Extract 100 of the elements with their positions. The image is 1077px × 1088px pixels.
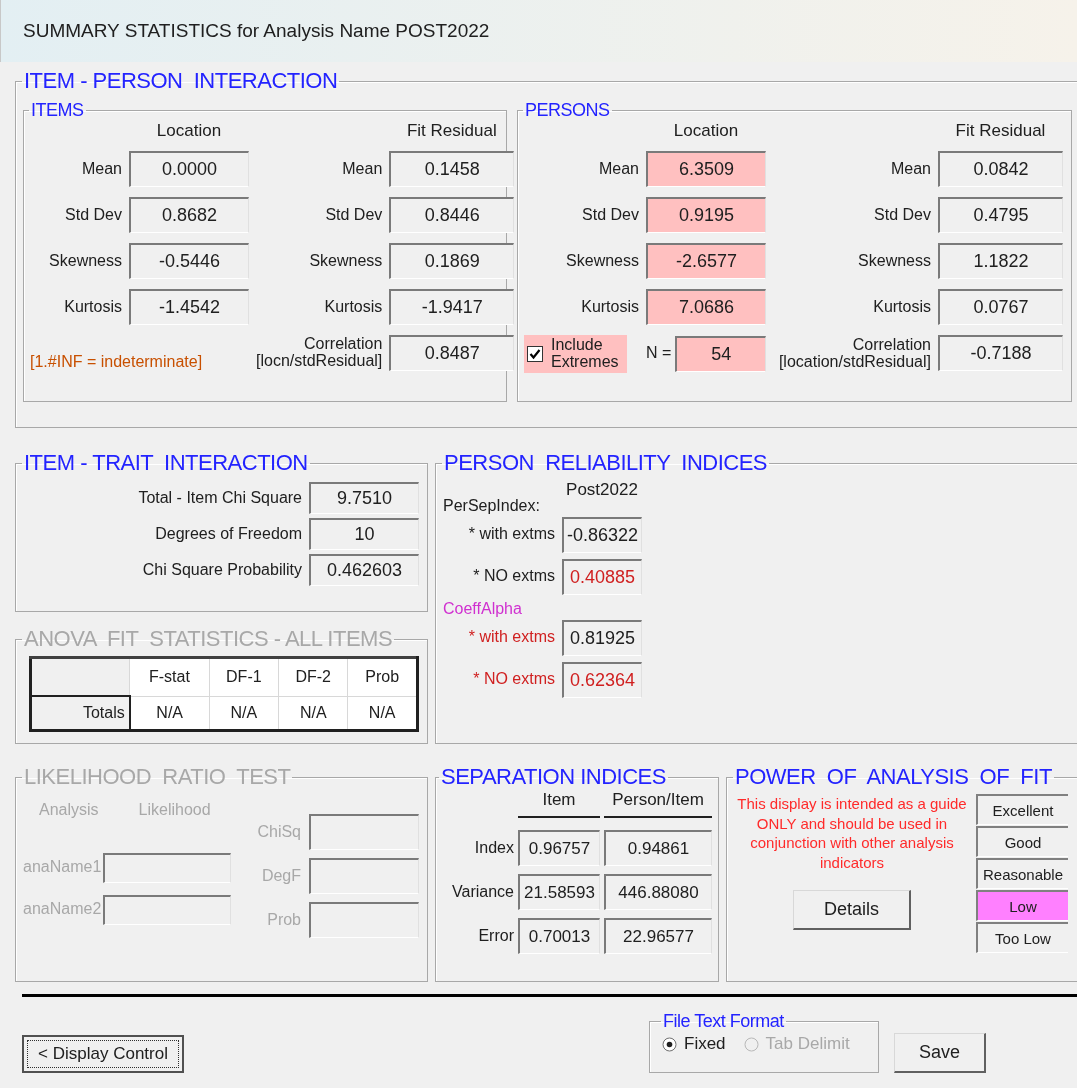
stat-label: Mean — [80, 160, 122, 178]
radio-icon — [662, 1036, 677, 1052]
row-header: Totals — [30, 696, 130, 731]
input-field[interactable] — [103, 852, 232, 883]
group-title: ANOVA FIT STATISTICS - ALL ITEMS — [23, 626, 394, 652]
column-header: Fit Residual — [954, 121, 1047, 141]
value-field: 9.7510 — [309, 482, 419, 514]
group-title: ITEM - TRAIT INTERACTION — [23, 450, 309, 476]
warning-text: This display is intended as a guide ONLY and should be used in conjunction with other analysis indicators — [736, 794, 968, 872]
value-field: 446.88080 — [604, 874, 712, 910]
value-field: 0.40885 — [562, 558, 642, 595]
stat-label: Std Dev — [324, 206, 383, 224]
value-field: 0.9195 — [646, 197, 766, 233]
value-field: 0.1869 — [389, 243, 515, 279]
stat-label: Index — [473, 839, 514, 857]
check-icon — [529, 347, 541, 360]
value-field: 10 — [309, 518, 419, 550]
input-field[interactable] — [309, 902, 419, 938]
group-title: ITEMS — [30, 100, 85, 121]
power-level: Reasonable — [976, 858, 1068, 889]
value-field: -0.86322 — [562, 516, 642, 553]
column-header: DF-1 — [209, 657, 279, 696]
stat-label: Kurtosis — [63, 298, 122, 316]
field-label: ChiSq — [257, 823, 301, 841]
value-field: 1.1822 — [938, 243, 1063, 279]
correlation-label: Correlation [locn/stdResidual] — [256, 336, 383, 370]
note-text: [1.#INF = indeterminate] — [30, 354, 204, 371]
value-field: 0.81925 — [562, 619, 642, 656]
stat-label: Variance — [451, 883, 514, 901]
stat-label: Std Dev — [873, 206, 931, 224]
stat-label: Mean — [341, 160, 383, 178]
stat-label: * NO extms — [472, 671, 555, 688]
correlation-label: Correlation [location/stdResidual] — [777, 337, 931, 371]
stat-label: * NO extms — [472, 568, 555, 586]
table-cell: N/A — [347, 696, 418, 731]
save-button[interactable]: Save — [894, 1033, 986, 1073]
value-field: -0.5446 — [129, 243, 249, 279]
value-field: 0.0767 — [938, 289, 1063, 325]
column-header: Person/Item — [604, 790, 712, 818]
field-label: anaName1 — [23, 859, 102, 877]
field-label: anaName2 — [23, 901, 102, 919]
value-field: 0.94861 — [604, 830, 712, 866]
group-heading: PerSepIndex: — [443, 498, 541, 515]
value-field: 0.96757 — [518, 830, 600, 866]
table-cell: N/A — [278, 696, 348, 731]
display-control-button[interactable]: < Display Control — [22, 1035, 184, 1073]
group-title: LIKELIHOOD RATIO TEST — [23, 764, 292, 790]
value-field: -1.4542 — [129, 289, 249, 325]
group-title: PERSON RELIABILITY INDICES — [443, 450, 769, 476]
include-extremes-checkbox[interactable]: Include Extremes — [524, 335, 627, 373]
format-radio[interactable]: Fixed — [662, 1034, 726, 1054]
value-field: 0.0000 — [129, 151, 249, 187]
table-cell: N/A — [209, 696, 279, 731]
stat-label: Skewness — [48, 252, 122, 270]
stat-label: Kurtosis — [323, 298, 383, 316]
value-field: 0.8682 — [129, 197, 249, 233]
field-label: DegF — [261, 867, 301, 885]
stat-label: Chi Square Probability — [141, 561, 302, 579]
stat-label: Mean — [597, 160, 639, 178]
column-header: Location — [672, 121, 740, 141]
column-header: Prob — [347, 657, 418, 696]
stat-label: Skewness — [857, 252, 931, 270]
value-field: 0.0842 — [938, 151, 1063, 187]
table-cell: N/A — [129, 696, 210, 731]
group-title: ITEM - PERSON INTERACTION — [23, 68, 339, 94]
input-field[interactable] — [309, 814, 419, 850]
stat-label: Skewness — [565, 252, 639, 270]
column-header: F-stat — [129, 657, 210, 696]
column-header: Analysis — [39, 802, 99, 819]
value-field: -1.9417 — [389, 289, 515, 325]
stat-label: Std Dev — [581, 206, 639, 224]
stat-label: * with extms — [467, 526, 555, 544]
stat-label: Error — [477, 927, 514, 945]
stat-label: Degrees of Freedom — [154, 525, 302, 543]
group-heading: CoeffAlpha — [443, 600, 523, 618]
input-field[interactable] — [309, 858, 419, 894]
power-level: Too Low — [976, 922, 1068, 953]
details-button[interactable]: Details — [793, 890, 911, 930]
input-field[interactable] — [103, 894, 232, 925]
value-field: 0.8446 — [389, 197, 515, 233]
value-field: 54 — [675, 335, 766, 372]
stat-label: Total - Item Chi Square — [137, 489, 302, 507]
value-field: 7.0686 — [646, 289, 766, 325]
window-title: SUMMARY STATISTICS for Analysis Name POST2022 — [0, 0, 1077, 62]
stat-label: Skewness — [308, 252, 383, 270]
stat-label: Std Dev — [64, 206, 122, 224]
column-header: Location — [155, 121, 223, 141]
power-level: Low — [976, 890, 1068, 921]
value-field: -2.6577 — [646, 243, 766, 279]
radio-icon — [743, 1036, 759, 1052]
group-title: PERSONS — [524, 100, 611, 121]
value-field: 22.96577 — [604, 918, 712, 954]
value-field: 6.3509 — [646, 151, 766, 187]
power-level: Excellent — [976, 794, 1068, 825]
group-title: SEPARATION INDICES — [440, 764, 667, 790]
value-field: 0.8487 — [389, 335, 515, 371]
value-field: 0.70013 — [518, 918, 600, 954]
value-field: 0.4795 — [938, 197, 1063, 233]
value-field: 21.58593 — [518, 874, 600, 910]
group-title: File Text Format — [662, 1011, 785, 1032]
